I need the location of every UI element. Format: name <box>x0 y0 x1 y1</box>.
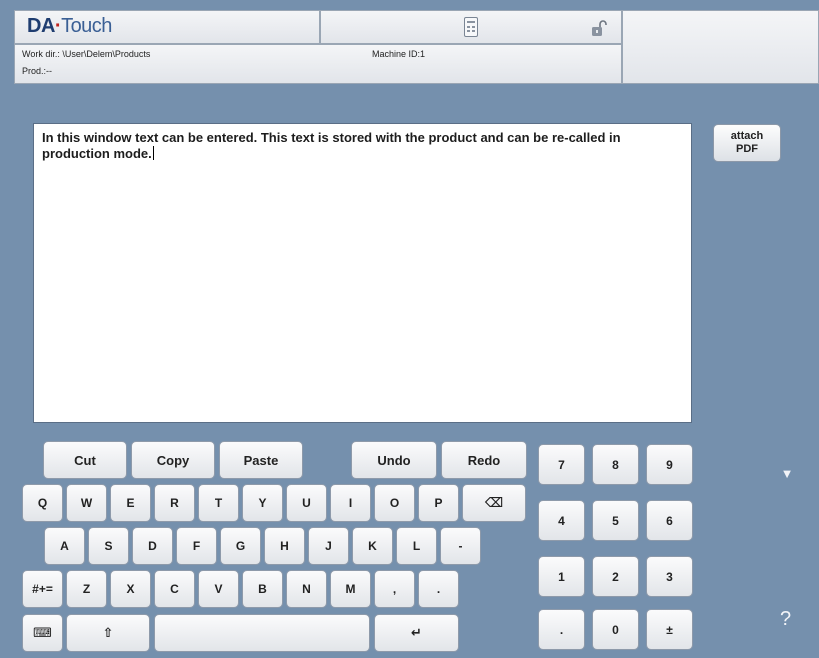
undo-key[interactable]: Undo <box>351 441 437 479</box>
num-8[interactable]: 8 <box>592 444 639 485</box>
key-w[interactable]: W <box>66 484 107 522</box>
num-4[interactable]: 4 <box>538 500 585 541</box>
key-period[interactable]: . <box>418 570 459 608</box>
num-3[interactable]: 3 <box>646 556 693 597</box>
key-d[interactable]: D <box>132 527 173 565</box>
scroll-down-icon[interactable]: ▼ <box>780 466 794 481</box>
key-c[interactable]: C <box>154 570 195 608</box>
space-key[interactable] <box>154 614 370 652</box>
enter-key[interactable]: ↵ <box>374 614 459 652</box>
key-v[interactable]: V <box>198 570 239 608</box>
attach-label-line2: PDF <box>736 143 758 155</box>
num-9[interactable]: 9 <box>646 444 693 485</box>
key-s[interactable]: S <box>88 527 129 565</box>
key-u[interactable]: U <box>286 484 327 522</box>
attach-pdf-button[interactable]: attach PDF <box>713 124 781 162</box>
key-o[interactable]: O <box>374 484 415 522</box>
logo-panel: DA·Touch <box>14 10 320 44</box>
backspace-icon: ⌫ <box>484 495 504 510</box>
calculator-icon[interactable] <box>464 17 478 37</box>
key-l[interactable]: L <box>396 527 437 565</box>
key-m[interactable]: M <box>330 570 371 608</box>
key-p[interactable]: P <box>418 484 459 522</box>
redo-key[interactable]: Redo <box>441 441 527 479</box>
paste-key[interactable]: Paste <box>219 441 303 479</box>
note-text: In this window text can be entered. This… <box>42 130 651 162</box>
machine-id-label: Machine ID:1 <box>372 49 426 59</box>
key-y[interactable]: Y <box>242 484 283 522</box>
key-g[interactable]: G <box>220 527 261 565</box>
header-right-panel <box>622 10 819 84</box>
top-bar: DA·Touch Work dir.: \User\Delem\Products… <box>0 0 819 90</box>
num-0[interactable]: 0 <box>592 609 639 650</box>
num-2[interactable]: 2 <box>592 556 639 597</box>
product-note-textarea[interactable]: In this window text can be entered. This… <box>33 123 692 423</box>
num-6[interactable]: 6 <box>646 500 693 541</box>
key-e[interactable]: E <box>110 484 151 522</box>
key-a[interactable]: A <box>44 527 85 565</box>
key-comma[interactable]: , <box>374 570 415 608</box>
info-panel: Work dir.: \User\Delem\Products Machine … <box>14 44 622 84</box>
status-panel <box>320 10 622 44</box>
key-b[interactable]: B <box>242 570 283 608</box>
help-button[interactable]: ? <box>780 608 791 631</box>
key-q[interactable]: Q <box>22 484 63 522</box>
num-5[interactable]: 5 <box>592 500 639 541</box>
key-n[interactable]: N <box>286 570 327 608</box>
text-caret <box>152 146 154 160</box>
attach-label-line1: attach <box>730 130 764 142</box>
num-7[interactable]: 7 <box>538 444 585 485</box>
key-x[interactable]: X <box>110 570 151 608</box>
key-f[interactable]: F <box>176 527 217 565</box>
copy-key[interactable]: Copy <box>131 441 215 479</box>
num-decimal[interactable]: . <box>538 609 585 650</box>
shift-icon: ⇧ <box>102 625 114 640</box>
key-z[interactable]: Z <box>66 570 107 608</box>
logo-brand: DA <box>27 15 55 37</box>
keyboard-icon: ⌨ <box>33 625 52 640</box>
lock-open-icon[interactable] <box>591 19 607 37</box>
keyboard-toggle-key[interactable]: ⌨ <box>22 614 63 652</box>
shift-key[interactable]: ⇧ <box>66 614 150 652</box>
cut-key[interactable]: Cut <box>43 441 127 479</box>
key-r[interactable]: R <box>154 484 195 522</box>
app-logo: DA·Touch <box>27 15 112 38</box>
num-1[interactable]: 1 <box>538 556 585 597</box>
backspace-key[interactable]: ⌫ <box>462 484 526 522</box>
num-plus-minus[interactable]: ± <box>646 609 693 650</box>
key-dash[interactable]: - <box>440 527 481 565</box>
key-h[interactable]: H <box>264 527 305 565</box>
note-text-value: In this window text can be entered. This… <box>42 130 621 161</box>
key-t[interactable]: T <box>198 484 239 522</box>
key-j[interactable]: J <box>308 527 349 565</box>
symbols-mode-key[interactable]: #+= <box>22 570 63 608</box>
key-k[interactable]: K <box>352 527 393 565</box>
key-i[interactable]: I <box>330 484 371 522</box>
enter-icon: ↵ <box>411 625 422 640</box>
logo-product: Touch <box>61 15 112 37</box>
product-label: Prod.:-- <box>22 66 53 76</box>
work-dir-label: Work dir.: \User\Delem\Products <box>22 49 151 59</box>
